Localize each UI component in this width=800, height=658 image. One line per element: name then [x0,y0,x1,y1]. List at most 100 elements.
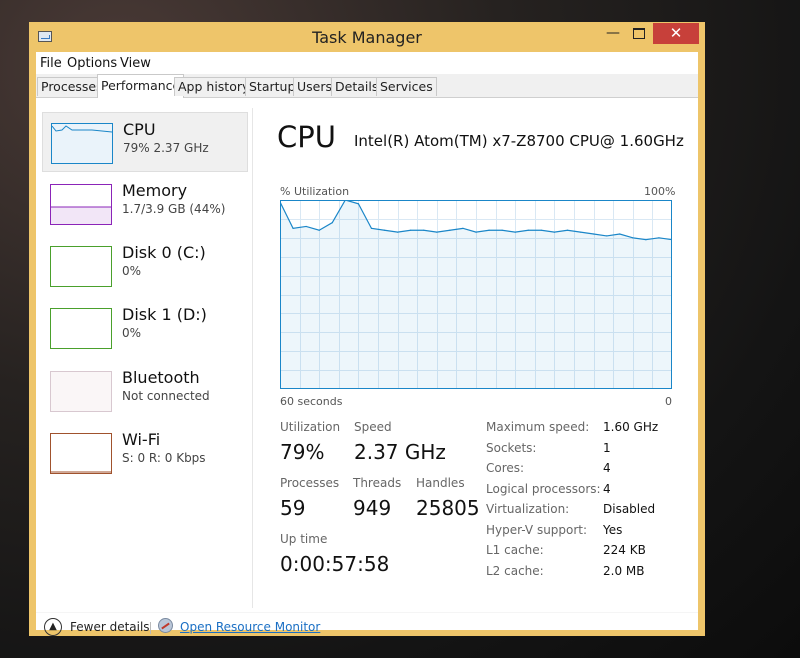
utilization-value: 79% [280,440,325,464]
y-axis-label: % Utilization [280,185,350,198]
sidebar-item-disk-1[interactable]: Disk 1 (D:) 0% [42,298,248,358]
close-button[interactable]: ✕ [653,23,699,44]
tab-startup[interactable]: Startup [245,77,300,96]
sidebar-item-title: Disk 1 (D:) [122,305,207,324]
cpu-utilization-point [357,203,359,205]
spec-value-hyper-v: Yes [603,523,623,537]
title-bar[interactable]: Task Manager — ✕ [29,22,705,52]
window-content: File Options View Processes Performance … [36,52,698,636]
cpu-utilization-point [632,237,634,239]
handles-value: 25805 [416,496,480,520]
cpu-thumbnail-graph [51,123,113,164]
processes-label: Processes [280,476,340,490]
cpu-utilization-point [397,231,399,233]
sidebar-item-subtitle: 1.7/3.9 GB (44%) [122,202,226,216]
sidebar-divider [252,108,253,608]
tab-performance[interactable]: Performance [97,74,185,98]
speed-label: Speed [354,420,392,434]
tab-users[interactable]: Users [293,77,337,96]
cpu-utilization-point [593,233,595,235]
spec-value-sockets: 1 [603,441,611,455]
spec-label-max-speed: Maximum speed: [486,420,590,434]
task-manager-window: Task Manager — ✕ File Options View Proce… [29,22,705,636]
sidebar-item-subtitle: 0% [122,264,142,278]
tab-app-history[interactable]: App history [174,77,254,96]
cpu-utilization-point [606,235,608,237]
minimize-button[interactable]: — [601,23,625,44]
tab-details[interactable]: Details [331,77,383,96]
sidebar-item-subtitle: Not connected [122,389,210,403]
cpu-utilization-point [527,229,529,231]
tab-services[interactable]: Services [376,77,437,96]
cpu-utilization-point [540,229,542,231]
sidebar-item-title: CPU [123,120,156,139]
cpu-utilization-point [553,231,555,233]
maximize-button[interactable] [627,23,651,44]
open-resource-monitor-link[interactable]: Open Resource Monitor [180,620,320,634]
cpu-utilization-point [658,237,660,239]
sidebar-item-bluetooth[interactable]: Bluetooth Not connected [42,361,248,421]
menu-view[interactable]: View [120,56,151,71]
processes-value: 59 [280,496,306,520]
spec-label-hyper-v: Hyper-V support: [486,523,588,537]
spec-label-l1-cache: L1 cache: [486,543,544,557]
sidebar-item-title: Disk 0 (C:) [122,243,206,262]
fewer-details-button[interactable]: Fewer details [70,620,150,634]
sidebar-item-disk-0[interactable]: Disk 0 (C:) 0% [42,236,248,296]
disk-1-thumbnail-graph [50,308,112,349]
sidebar-item-cpu[interactable]: CPU 79% 2.37 GHz [42,112,248,172]
cpu-utilization-point [462,227,464,229]
page-title: CPU [277,120,336,154]
memory-thumbnail-graph [50,184,112,225]
chevron-up-icon[interactable]: ▲ [44,618,62,636]
spec-label-logical-processors: Logical processors: [486,482,601,496]
sidebar-item-memory[interactable]: Memory 1.7/3.9 GB (44%) [42,174,248,234]
cpu-utilization-point [318,229,320,231]
spec-label-sockets: Sockets: [486,441,537,455]
cpu-utilization-point [423,229,425,231]
sidebar-item-wifi[interactable]: Wi-Fi S: 0 R: 0 Kbps [42,423,248,483]
threads-value: 949 [353,496,392,520]
spec-value-logical-processors: 4 [603,482,611,496]
disk-0-thumbnail-graph [50,246,112,287]
cpu-utilization-point [501,229,503,231]
spec-label-virtualization: Virtualization: [486,502,570,516]
menu-file[interactable]: File [40,56,62,71]
y-axis-max-label: 100% [644,185,676,198]
sidebar-item-title: Bluetooth [122,368,200,387]
cpu-utilization-graph [280,200,672,389]
spec-value-virtualization: Disabled [603,502,656,516]
menu-bar: File Options View [36,52,698,74]
spec-label-l2-cache: L2 cache: [486,564,544,578]
cpu-utilization-point [436,231,438,233]
sidebar-item-title: Memory [122,181,188,200]
spec-value-max-speed: 1.60 GHz [603,420,659,434]
footer-divider [36,612,698,613]
cpu-utilization-point [410,229,412,231]
wifi-thumbnail-graph [50,433,112,474]
cpu-model-name: Intel(R) Atom(TM) x7-Z8700 CPU@ 1.60GHz [354,132,684,150]
x-axis-right-label: 0 [665,395,672,408]
speed-value: 2.37 GHz [354,440,446,464]
spec-value-l2-cache: 2.0 MB [603,564,645,578]
cpu-utilization-point [370,227,373,229]
cpu-utilization-point [331,222,333,224]
spec-value-cores: 4 [603,461,611,475]
resource-monitor-icon [158,618,173,633]
cpu-utilization-point [488,229,490,231]
bluetooth-thumbnail-graph [50,371,112,412]
cpu-utilization-point [514,231,516,233]
cpu-utilization-point [566,229,569,231]
footer-separator [150,622,151,634]
maximize-icon [633,27,645,39]
tab-bar: Processes Performance App history Startu… [36,74,698,98]
cpu-utilization-point [619,233,621,235]
uptime-label: Up time [280,532,328,546]
sidebar-item-subtitle: 0% [122,326,142,340]
cpu-utilization-point [579,231,582,233]
sidebar-item-subtitle: 79% 2.37 GHz [123,141,209,155]
menu-options[interactable]: Options [67,56,117,71]
cpu-utilization-point [383,229,386,231]
cpu-utilization-point [475,231,477,233]
cpu-utilization-point [645,239,647,241]
